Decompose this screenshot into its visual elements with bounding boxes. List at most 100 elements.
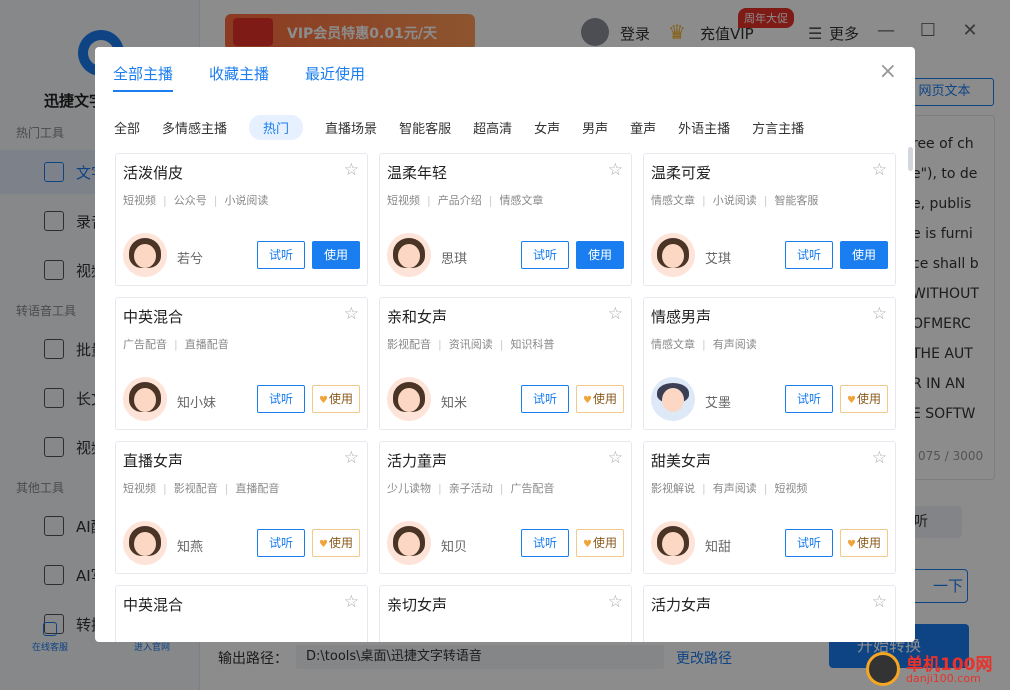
speaker-name: 知小妹: [177, 396, 217, 411]
star-icon[interactable]: ☆: [344, 592, 359, 612]
voice-tags: 影视配音 | 资讯阅读 | 知识科普: [387, 336, 554, 352]
use-button[interactable]: 使用: [576, 241, 624, 269]
try-listen-button[interactable]: 试听: [785, 241, 833, 269]
use-button[interactable]: 使用: [840, 241, 888, 269]
use-vip-button[interactable]: ♥使用: [840, 529, 888, 557]
voice-title: 活力童声: [387, 452, 448, 470]
filter-tag[interactable]: 方言主播: [752, 118, 804, 137]
voice-tag: 智能客服: [774, 194, 819, 207]
star-icon[interactable]: ☆: [872, 160, 887, 180]
star-icon[interactable]: ☆: [872, 592, 887, 612]
tab-favorite-voices[interactable]: 收藏主播: [209, 63, 269, 92]
star-icon[interactable]: ☆: [608, 160, 623, 180]
voice-tags: 短视频 | 影视配音 | 直播配音: [123, 480, 279, 496]
scrollbar-thumb[interactable]: [908, 147, 913, 171]
close-icon[interactable]: ×: [879, 59, 897, 84]
voice-tag: 短视频: [123, 194, 156, 207]
star-icon[interactable]: ☆: [872, 304, 887, 324]
use-vip-button[interactable]: ♥使用: [312, 529, 360, 557]
speaker-name: 知贝: [441, 540, 468, 555]
voice-tag: 公众号: [173, 194, 207, 207]
voice-tag: 亲子活动: [448, 482, 493, 495]
tag-separator: |: [702, 194, 706, 207]
star-icon[interactable]: ☆: [608, 304, 623, 324]
tag-separator: |: [427, 194, 431, 207]
voice-title: 情感男声: [651, 308, 712, 326]
voice-card[interactable]: 中英混合 ☆: [115, 585, 368, 642]
tab-all-voices[interactable]: 全部主播: [113, 63, 174, 92]
tag-separator: |: [213, 194, 218, 207]
voice-tag: 少儿读物: [387, 482, 431, 495]
voice-tags: 情感文章 | 有声阅读: [651, 336, 757, 352]
speaker-avatar: [387, 233, 431, 277]
speaker-avatar: [651, 377, 695, 421]
voice-tag: 广告配音: [123, 338, 167, 351]
tab-recent-voices[interactable]: 最近使用: [305, 63, 365, 92]
tag-separator: |: [763, 482, 768, 495]
voice-title: 直播女声: [123, 452, 184, 470]
vip-heart-icon: ♥: [583, 395, 592, 406]
voice-tag: 短视频: [123, 482, 156, 495]
filter-tag[interactable]: 女声: [534, 118, 560, 137]
try-listen-button[interactable]: 试听: [521, 241, 569, 269]
speaker-name: 艾琪: [705, 252, 732, 267]
voice-card[interactable]: 活力女声 ☆: [643, 585, 896, 642]
star-icon[interactable]: ☆: [872, 448, 887, 468]
filter-tag[interactable]: 智能客服: [399, 118, 451, 137]
filter-tag[interactable]: 外语主播: [678, 118, 730, 137]
use-vip-button[interactable]: ♥使用: [576, 529, 624, 557]
try-listen-button[interactable]: 试听: [257, 529, 305, 557]
try-listen-button[interactable]: 试听: [521, 529, 569, 557]
star-icon[interactable]: ☆: [344, 160, 359, 180]
voice-title: 温柔年轻: [387, 164, 448, 182]
voice-card[interactable]: 温柔可爱 ☆ 情感文章 | 小说阅读 | 智能客服 艾琪 试听 使用: [643, 153, 896, 286]
speaker-name: 知燕: [177, 540, 204, 555]
filter-tag[interactable]: 热门: [249, 115, 304, 140]
try-listen-button[interactable]: 试听: [785, 529, 833, 557]
watermark-url: danji100.com: [906, 672, 981, 685]
try-listen-button[interactable]: 试听: [257, 385, 305, 413]
use-button[interactable]: 使用: [312, 241, 360, 269]
star-icon[interactable]: ☆: [608, 592, 623, 612]
star-icon[interactable]: ☆: [608, 448, 623, 468]
voice-tag: 影视解说: [651, 482, 695, 495]
voice-tags: 短视频 | 产品介绍 | 情感文章: [387, 192, 543, 208]
filter-tag[interactable]: 男声: [582, 118, 608, 137]
voice-tag: 资讯阅读: [448, 338, 493, 351]
voice-card[interactable]: 亲切女声 ☆: [379, 585, 632, 642]
star-icon[interactable]: ☆: [344, 448, 359, 468]
use-vip-button[interactable]: ♥使用: [840, 385, 888, 413]
speaker-name: 知甜: [705, 540, 732, 555]
speaker-avatar: [651, 233, 695, 277]
use-label: 使用: [856, 536, 881, 550]
try-listen-button[interactable]: 试听: [785, 385, 833, 413]
voice-tag: 直播配音: [235, 482, 280, 495]
filter-tag[interactable]: 多情感主播: [162, 118, 227, 137]
voice-card[interactable]: 甜美女声 ☆ 影视解说 | 有声阅读 | 短视频 知甜 试听 ♥使用: [643, 441, 896, 574]
voice-tag: 影视配音: [173, 482, 218, 495]
voice-card[interactable]: 情感男声 ☆ 情感文章 | 有声阅读 艾墨 试听 ♥使用: [643, 297, 896, 430]
voice-card[interactable]: 活泼俏皮 ☆ 短视频 | 公众号 | 小说阅读 若兮 试听 使用: [115, 153, 368, 286]
filter-tag[interactable]: 全部: [114, 118, 140, 137]
use-vip-button[interactable]: ♥使用: [576, 385, 624, 413]
voice-card[interactable]: 活力童声 ☆ 少儿读物 | 亲子活动 | 广告配音 知贝 试听 ♥使用: [379, 441, 632, 574]
filter-tag[interactable]: 童声: [630, 118, 656, 137]
use-vip-button[interactable]: ♥使用: [312, 385, 360, 413]
voice-picker-modal: 全部主播 收藏主播 最近使用 × 全部 多情感主播 热门 直播场景 智能客服 超高清 女声男…: [95, 47, 915, 642]
voice-tags: 短视频 | 公众号 | 小说阅读: [123, 192, 268, 208]
filter-tag[interactable]: 直播场景: [325, 118, 377, 137]
voice-title: 温柔可爱: [651, 164, 712, 182]
voice-card[interactable]: 亲和女声 ☆ 影视配音 | 资讯阅读 | 知识科普 知米 试听 ♥使用: [379, 297, 632, 430]
speaker-avatar: [123, 377, 167, 421]
voice-tags: 情感文章 | 小说阅读 | 智能客服: [651, 192, 818, 208]
star-icon[interactable]: ☆: [344, 304, 359, 324]
filter-tag[interactable]: 超高清: [473, 118, 512, 137]
voice-title: 中英混合: [123, 596, 184, 614]
try-listen-button[interactable]: 试听: [257, 241, 305, 269]
voice-card[interactable]: 直播女声 ☆ 短视频 | 影视配音 | 直播配音 知燕 试听 ♥使用: [115, 441, 368, 574]
voice-card[interactable]: 中英混合 ☆ 广告配音 | 直播配音 知小妹 试听 ♥使用: [115, 297, 368, 430]
voice-tag: 情感文章: [499, 194, 544, 207]
try-listen-button[interactable]: 试听: [521, 385, 569, 413]
voice-title: 亲和女声: [387, 308, 448, 326]
voice-card[interactable]: 温柔年轻 ☆ 短视频 | 产品介绍 | 情感文章 思琪 试听 使用: [379, 153, 632, 286]
